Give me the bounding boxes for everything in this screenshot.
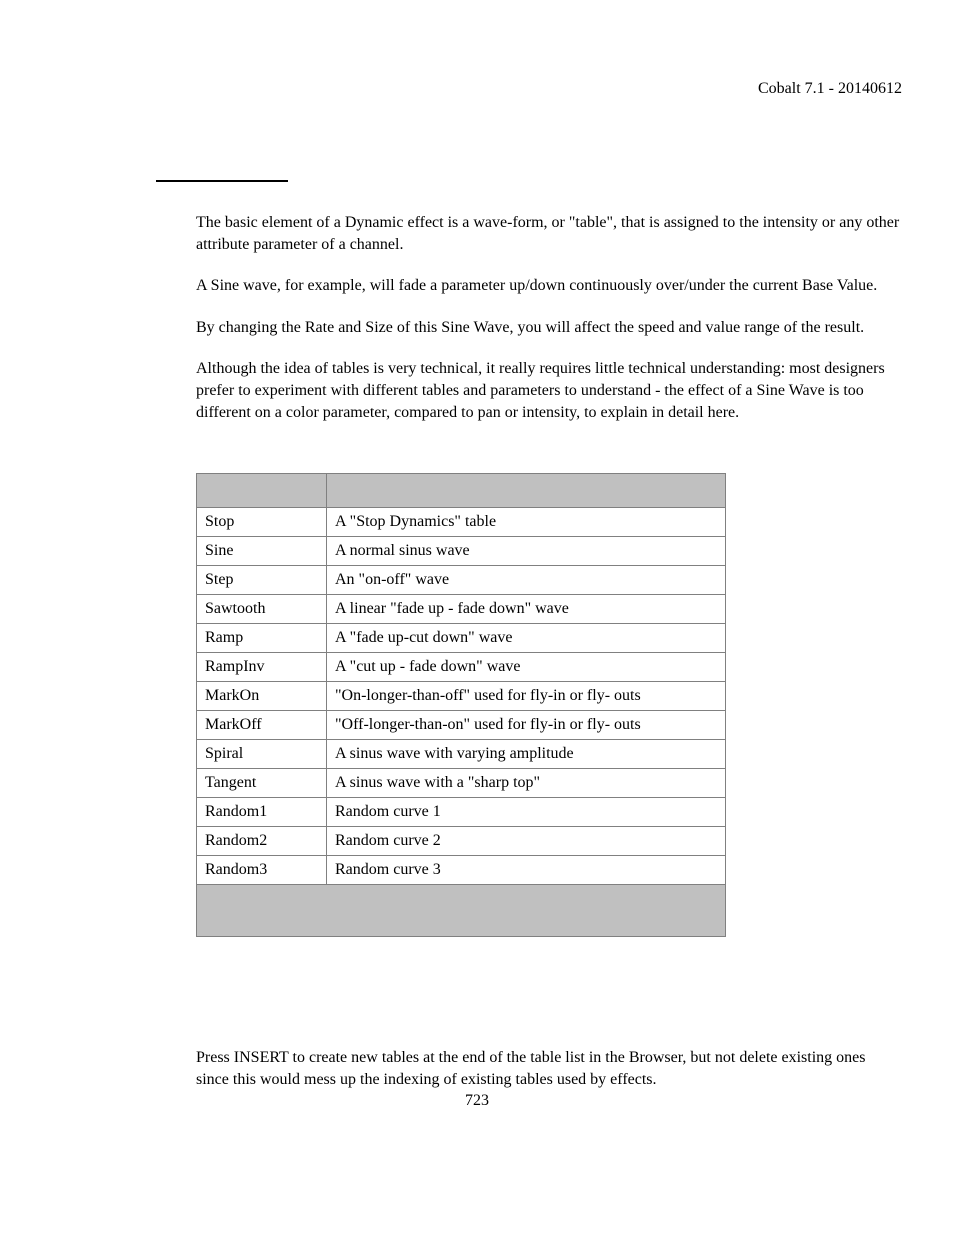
table-footer-row xyxy=(197,885,726,937)
table-header-desc xyxy=(327,474,726,508)
table-row: StopA "Stop Dynamics" table xyxy=(197,508,726,537)
intro-paragraph-3: By changing the Rate and Size of this Si… xyxy=(196,317,902,339)
wave-desc-cell: An "on-off" wave xyxy=(327,566,726,595)
wave-desc-cell: Random curve 1 xyxy=(327,798,726,827)
intro-paragraph-1: The basic element of a Dynamic effect is… xyxy=(196,212,902,255)
wave-name-cell: Random3 xyxy=(197,856,327,885)
wave-desc-cell: A "fade up-cut down" wave xyxy=(327,624,726,653)
wave-desc-cell: A "cut up - fade down" wave xyxy=(327,653,726,682)
table-row: TangentA sinus wave with a "sharp top" xyxy=(197,769,726,798)
wave-desc-cell: Random curve 2 xyxy=(327,827,726,856)
intro-paragraph-2: A Sine wave, for example, will fade a pa… xyxy=(196,275,902,297)
table-row: Random3Random curve 3 xyxy=(197,856,726,885)
document-page: Cobalt 7.1 - 20140612 The basic element … xyxy=(0,0,954,1235)
table-row: StepAn "on-off" wave xyxy=(197,566,726,595)
header-version: Cobalt 7.1 - 20140612 xyxy=(758,80,902,98)
wave-name-cell: MarkOn xyxy=(197,682,327,711)
section-rule xyxy=(156,180,288,182)
wave-name-cell: Tangent xyxy=(197,769,327,798)
wave-desc-cell: A linear "fade up - fade down" wave xyxy=(327,595,726,624)
table-row: MarkOn"On-longer-than-off" used for fly-… xyxy=(197,682,726,711)
wave-name-cell: Random2 xyxy=(197,827,327,856)
table-row: Random1Random curve 1 xyxy=(197,798,726,827)
wave-name-cell: RampInv xyxy=(197,653,327,682)
table-body: StopA "Stop Dynamics" tableSineA normal … xyxy=(197,508,726,885)
table-row: RampA "fade up-cut down" wave xyxy=(197,624,726,653)
wave-name-cell: Spiral xyxy=(197,740,327,769)
wave-desc-cell: "Off-longer-than-on" used for fly-in or … xyxy=(327,711,726,740)
wave-name-cell: Ramp xyxy=(197,624,327,653)
table-row: SineA normal sinus wave xyxy=(197,537,726,566)
table-row: RampInvA "cut up - fade down" wave xyxy=(197,653,726,682)
page-number: 723 xyxy=(0,1092,954,1110)
outro-paragraph-1: Press INSERT to create new tables at the… xyxy=(196,1047,902,1090)
table-footer-cell xyxy=(197,885,726,937)
wave-name-cell: Sine xyxy=(197,537,327,566)
wave-name-cell: MarkOff xyxy=(197,711,327,740)
table-header-row xyxy=(197,474,726,508)
wave-desc-cell: A normal sinus wave xyxy=(327,537,726,566)
table-row: SawtoothA linear "fade up - fade down" w… xyxy=(197,595,726,624)
wave-desc-cell: "On-longer-than-off" used for fly-in or … xyxy=(327,682,726,711)
table-row: Random2Random curve 2 xyxy=(197,827,726,856)
table-row: MarkOff"Off-longer-than-on" used for fly… xyxy=(197,711,726,740)
wave-desc-cell: A sinus wave with a "sharp top" xyxy=(327,769,726,798)
wave-desc-cell: A "Stop Dynamics" table xyxy=(327,508,726,537)
table-header-name xyxy=(197,474,327,508)
wave-desc-cell: Random curve 3 xyxy=(327,856,726,885)
wave-name-cell: Step xyxy=(197,566,327,595)
body-content: The basic element of a Dynamic effect is… xyxy=(196,80,902,1090)
wave-name-cell: Stop xyxy=(197,508,327,537)
wave-name-cell: Random1 xyxy=(197,798,327,827)
wave-desc-cell: A sinus wave with varying amplitude xyxy=(327,740,726,769)
intro-paragraph-4: Although the idea of tables is very tech… xyxy=(196,358,902,423)
wave-name-cell: Sawtooth xyxy=(197,595,327,624)
wave-tables-table: StopA "Stop Dynamics" tableSineA normal … xyxy=(196,473,726,937)
table-row: SpiralA sinus wave with varying amplitud… xyxy=(197,740,726,769)
